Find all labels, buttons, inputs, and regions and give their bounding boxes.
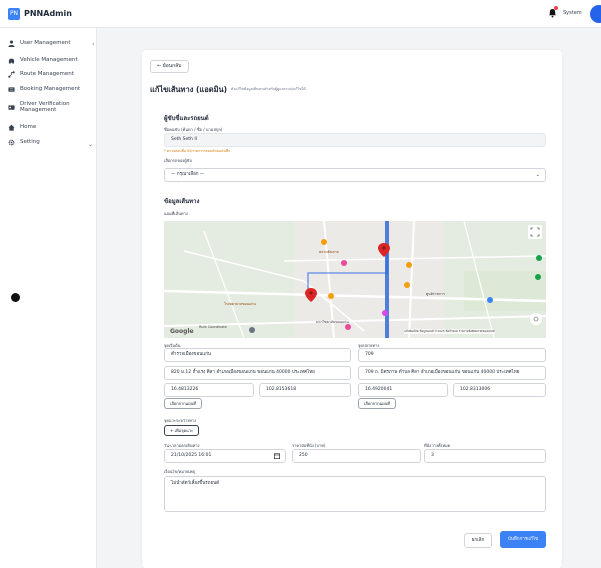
app-logo: PN: [8, 8, 20, 20]
sidebar-item-label: Booking Management: [20, 86, 81, 92]
seats-label: ที่นั่งว่างทั้งหมด: [424, 443, 451, 448]
back-button[interactable]: ← ย้อนกลับ: [150, 60, 189, 73]
sidebar-item-label: Setting: [20, 139, 40, 145]
driver-warning: * ตรวจสอบชื่อ ID/รายการรถยนต์ก่อนบันทึก: [164, 149, 231, 153]
destination-lng-field[interactable]: 102.8313006: [453, 383, 546, 397]
notification-badge: [554, 6, 558, 10]
sidebar-item-label: Driver Verification Management: [20, 101, 70, 113]
stops-label: จุดแวะระหว่างทาง: [164, 418, 197, 423]
chevron-down-icon[interactable]: ⌄: [88, 141, 93, 148]
top-bar: PN PNNAdmin System: [0, 0, 601, 28]
sidebar-item-booking-management[interactable]: Booking Management: [8, 86, 93, 93]
vehicle-select-value: — กรุณาเลือก —: [171, 172, 205, 177]
origin-lng-field[interactable]: 102.8153618: [259, 383, 351, 397]
price-field[interactable]: 250: [292, 449, 421, 463]
app-title[interactable]: PNNAdmin: [24, 9, 72, 18]
map-place-label: ศูนย์ราชการ: [426, 292, 445, 296]
driver-label: ชื่อคนขับ (ค้นหา / ชื่อ / นามสกุล): [164, 127, 223, 132]
route-icon: [8, 71, 15, 78]
sidebar-item-driver-verification[interactable]: Driver Verification Management: [8, 101, 88, 113]
ticket-icon: [8, 87, 15, 92]
vehicle-label: เลือกรถของผู้ขับ: [164, 158, 192, 163]
sidebar-item-setting[interactable]: Setting: [8, 139, 93, 146]
gear-icon: [8, 139, 15, 146]
map-canvas: [164, 221, 546, 338]
user-name[interactable]: System: [563, 10, 582, 16]
note-textarea[interactable]: ไม่นำสัตว์เลี้ยงขึ้นรถยนต์: [164, 476, 546, 512]
map-attribution: แป้นพิมพ์ลัด ข้อมูลแผนที่ ©2025 ข้อกำหนด…: [404, 329, 495, 334]
home-icon: [8, 124, 15, 131]
origin-pick-map-button[interactable]: เลือกจากแผนที่: [164, 398, 202, 409]
sidebar-item-label: Vehicle Management: [20, 57, 78, 63]
page-title: แก้ไขเส้นทาง (แอดมิน): [150, 85, 228, 94]
destination-name-field[interactable]: 709: [358, 348, 546, 362]
sidebar-item-label: Home: [20, 124, 37, 130]
depart-value: 21/10/2025 16:01: [171, 453, 212, 458]
user-icon: [8, 40, 15, 47]
map-place-label: ตลาดต้นตาล: [319, 250, 339, 254]
save-button[interactable]: บันทึกการแก้ไข: [500, 531, 546, 548]
avatar[interactable]: [590, 5, 601, 23]
origin-address-field[interactable]: 820 ม.12 ถ้ำแรง ศิลา อำเภอเมืองขอนแก่น ข…: [164, 366, 351, 380]
map-place-label: มหาวิทยาลัยขอนแก่น: [316, 320, 349, 324]
map-label: แผนที่เส้นทาง: [164, 211, 188, 216]
calendar-icon[interactable]: [274, 453, 280, 459]
id-card-icon: [8, 105, 15, 110]
sidebar-item-label: User Management: [20, 40, 71, 46]
origin-lat-field[interactable]: 16.4813226: [164, 383, 254, 397]
map-place-label: Rule Coordinate: [199, 325, 227, 329]
car-icon: [8, 58, 15, 64]
chevron-down-icon: ⌄: [535, 172, 540, 178]
destination-pick-map-button[interactable]: เลือกจากแผนที่: [358, 398, 396, 409]
route-section-title: ข้อมูลเส้นทาง: [164, 198, 200, 205]
origin-name-field[interactable]: ตำรวจเมืองขอนแก่น: [164, 348, 351, 362]
driver-section-title: ผู้ขับขี่และรถยนต์: [164, 115, 209, 122]
sidebar-item-vehicle-management[interactable]: Vehicle Management: [8, 57, 93, 64]
driver-field[interactable]: Seth Seth II: [164, 133, 546, 147]
depart-datetime-field[interactable]: 21/10/2025 16:01: [164, 449, 286, 463]
map-place-label: โรงพยาบาลขอนแก่น: [224, 302, 256, 306]
seats-field[interactable]: 3: [424, 449, 546, 463]
chevron-left-icon[interactable]: ‹: [92, 41, 94, 48]
depart-label: วัน-เวลาออกเดินทาง: [164, 443, 200, 448]
page-subtitle: ตัวแก้ไขข้อมูลเส้นทางสำหรับผู้ดูแลระบบ/แ…: [231, 87, 306, 91]
note-label: เงื่อนไข/หมายเหตุ: [164, 469, 196, 474]
add-stop-button[interactable]: + เพิ่มจุดแวะ: [164, 425, 200, 436]
help-icon[interactable]: [11, 293, 20, 302]
sidebar-item-label: Route Management: [20, 71, 74, 77]
sidebar-item-user-management[interactable]: User Management: [8, 40, 93, 47]
destination-lat-field[interactable]: 16.4920041: [358, 383, 448, 397]
destination-address-field[interactable]: 709 ถ. มิตรภาพ ตำบล ศิลา อำเภอเมืองขอนแก…: [358, 366, 546, 380]
vehicle-select[interactable]: — กรุณาเลือก — ⌄: [164, 168, 546, 182]
sidebar-item-home[interactable]: Home: [8, 124, 93, 131]
cancel-button[interactable]: ยกเลิก: [464, 533, 492, 548]
sidebar-item-route-management[interactable]: Route Management: [8, 71, 93, 78]
route-map[interactable]: Google โรงพยาบาลขอนแก่น มหาวิทยาลัยขอนแก…: [164, 221, 546, 338]
map-google-logo: Google: [170, 328, 194, 335]
price-label: ราคาต่อที่นั่ง (บาท): [292, 443, 326, 448]
